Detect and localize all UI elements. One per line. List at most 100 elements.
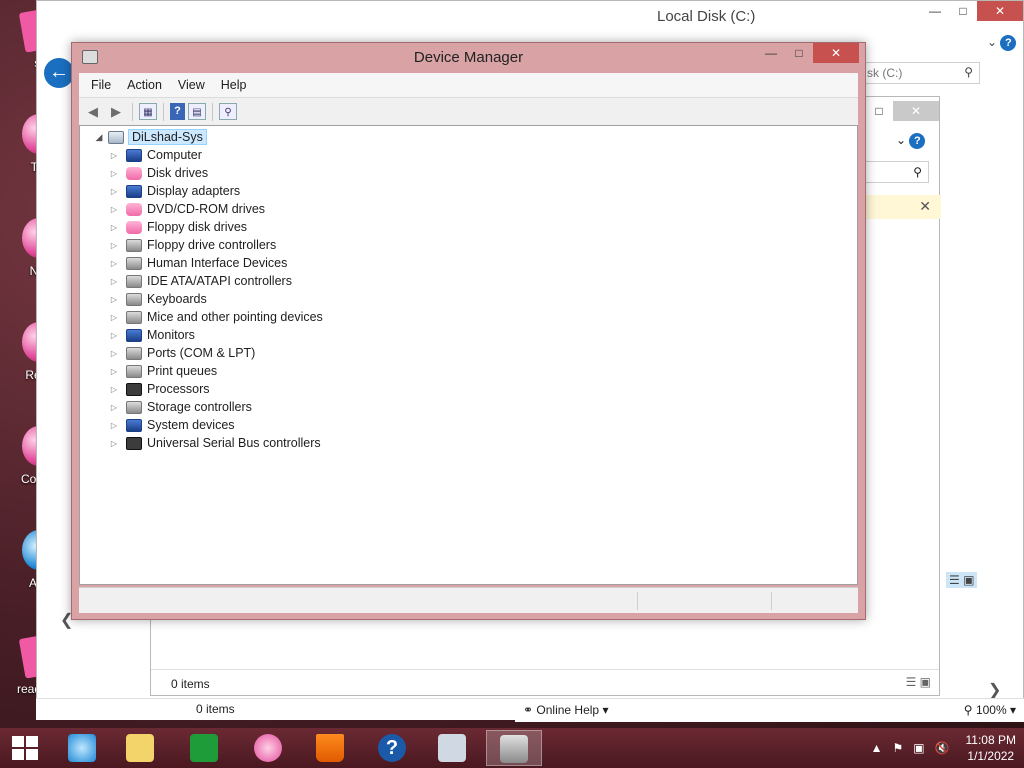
- device-category-row[interactable]: ▷ Floppy drive controllers: [108, 236, 323, 254]
- folder-icon: [126, 734, 154, 762]
- online-help-button[interactable]: ⚭ Online Help ▾: [523, 703, 608, 717]
- maximize-button[interactable]: □: [785, 43, 813, 63]
- taskbar-internet-explorer[interactable]: [54, 730, 110, 766]
- properties-icon[interactable]: ▤: [188, 103, 206, 120]
- device-category-row[interactable]: ▷ Computer: [108, 146, 323, 164]
- scan-hardware-changes-icon[interactable]: ⚲: [219, 103, 237, 120]
- expand-icon[interactable]: ▷: [108, 313, 120, 322]
- device-category-row[interactable]: ▷ IDE ATA/ATAPI controllers: [108, 272, 323, 290]
- expand-icon[interactable]: ▷: [108, 169, 120, 178]
- start-button[interactable]: [12, 736, 38, 760]
- view-toggle-icons[interactable]: ☰ ▣: [906, 675, 931, 689]
- device-category-row[interactable]: ▷ Storage controllers: [108, 398, 323, 416]
- expand-icon[interactable]: ▷: [108, 259, 120, 268]
- minimize-button[interactable]: —: [921, 1, 949, 21]
- device-category-row[interactable]: ▷ Human Interface Devices: [108, 254, 323, 272]
- device-category-row[interactable]: ▷ System devices: [108, 416, 323, 434]
- search-input[interactable]: sk (C:) ⚲: [860, 62, 980, 84]
- device-category-row[interactable]: ▷ Keyboards: [108, 290, 323, 308]
- expand-icon[interactable]: ▷: [108, 295, 120, 304]
- collapse-icon[interactable]: ◢: [94, 132, 104, 143]
- view-toggle-icons[interactable]: ☰ ▣: [946, 572, 978, 588]
- expand-icon[interactable]: ▷: [108, 187, 120, 196]
- menu-file[interactable]: File: [83, 78, 119, 92]
- device-tree[interactable]: ◢ DiLshad-Sys ▷ Computer ▷ Disk drives ▷ Disp…: [79, 125, 858, 585]
- taskbar-store[interactable]: [176, 730, 232, 766]
- zoom-icon: ⚲: [963, 703, 973, 717]
- expand-icon[interactable]: ▷: [108, 421, 120, 430]
- flag-icon[interactable]: ⚑: [892, 741, 903, 755]
- taskbar-vlc[interactable]: [302, 730, 358, 766]
- expand-icon[interactable]: ▷: [108, 349, 120, 358]
- expand-icon[interactable]: ▷: [108, 223, 120, 232]
- minimize-button[interactable]: —: [757, 43, 785, 63]
- device-category-row[interactable]: ▷ Ports (COM & LPT): [108, 344, 323, 362]
- maximize-button[interactable]: □: [949, 1, 977, 21]
- clock-time: 11:08 PM: [965, 733, 1016, 747]
- help-icon[interactable]: ?: [170, 103, 185, 120]
- device-category-row[interactable]: ▷ Monitors: [108, 326, 323, 344]
- show-hide-console-tree-icon[interactable]: ▦: [139, 103, 157, 120]
- expand-icon[interactable]: ▷: [108, 151, 120, 160]
- taskbar-help[interactable]: ?: [364, 730, 420, 766]
- close-button[interactable]: ✕: [977, 1, 1023, 21]
- device-category-row[interactable]: ▷ Floppy disk drives: [108, 218, 323, 236]
- taskbar-media[interactable]: [240, 730, 296, 766]
- toolbar-separator: [163, 102, 164, 121]
- status-bar: [79, 587, 858, 613]
- expand-icon[interactable]: ▷: [108, 205, 120, 214]
- taskbar-file-explorer[interactable]: [112, 730, 168, 766]
- window-titlebar[interactable]: Device Manager — □ ✕: [72, 43, 865, 73]
- device-manager-window: Device Manager — □ ✕ File Action View He…: [71, 42, 866, 620]
- maximize-button[interactable]: □: [865, 101, 893, 121]
- device-category-row[interactable]: ▷ Universal Serial Bus controllers: [108, 434, 323, 452]
- close-button[interactable]: ✕: [813, 43, 859, 63]
- expand-icon[interactable]: ▷: [108, 367, 120, 376]
- search-input[interactable]: ⚲: [861, 161, 929, 183]
- dvd-drive-icon: [126, 202, 142, 216]
- menu-action[interactable]: Action: [119, 78, 170, 92]
- back-arrow-icon[interactable]: ◀: [83, 102, 103, 122]
- help-icon[interactable]: ?: [909, 133, 926, 149]
- expand-icon[interactable]: ▷: [108, 331, 120, 340]
- mouse-icon: [126, 310, 142, 324]
- volume-muted-icon[interactable]: 🔇: [935, 741, 950, 755]
- window-title: Local Disk (C:): [657, 8, 756, 25]
- chevron-down-icon: ▾: [602, 703, 609, 717]
- taskbar-remote[interactable]: [424, 730, 480, 766]
- zoom-control[interactable]: ⚲ 100% ▾: [964, 703, 1016, 717]
- help-icon[interactable]: ?: [1000, 35, 1017, 51]
- expand-icon[interactable]: ▷: [108, 439, 120, 448]
- expand-icon[interactable]: ▷: [108, 385, 120, 394]
- device-category-row[interactable]: ▷ Mice and other pointing devices: [108, 308, 323, 326]
- device-category-row[interactable]: ▷ Display adapters: [108, 182, 323, 200]
- computer-icon: [126, 148, 142, 162]
- chevron-down-icon[interactable]: ⌄: [987, 35, 997, 49]
- forward-arrow-icon[interactable]: ▶: [106, 102, 126, 122]
- menu-help[interactable]: Help: [213, 78, 255, 92]
- back-arrow-icon[interactable]: ←: [44, 58, 74, 88]
- expand-icon[interactable]: ▷: [108, 277, 120, 286]
- zoom-level: 100%: [975, 703, 1007, 717]
- storage-controller-icon: [126, 400, 142, 414]
- online-help-label: Online Help: [536, 703, 600, 717]
- taskbar-device-manager[interactable]: [486, 730, 542, 766]
- help-status-bar: ⚭ Online Help ▾ ⚲ 100% ▾: [515, 698, 1024, 722]
- expand-icon[interactable]: ▷: [108, 403, 120, 412]
- device-category-row[interactable]: ▷ Disk drives: [108, 164, 323, 182]
- chevron-down-icon[interactable]: ⌄: [896, 133, 906, 147]
- device-category-row[interactable]: ▷ Print queues: [108, 362, 323, 380]
- network-icon[interactable]: ▣: [913, 741, 924, 755]
- device-category-row[interactable]: ▷ DVD/CD-ROM drives: [108, 200, 323, 218]
- menu-view[interactable]: View: [170, 78, 213, 92]
- window-titlebar: Local Disk (C:) — □ ✕: [37, 1, 1023, 31]
- close-button[interactable]: ✕: [893, 101, 939, 121]
- scroll-right-icon[interactable]: ❯: [988, 680, 1001, 700]
- show-hidden-icons-icon[interactable]: ▲: [871, 741, 883, 755]
- device-category-row[interactable]: ▷ Processors: [108, 380, 323, 398]
- clock[interactable]: 11:08 PM 1/1/2022: [966, 732, 1016, 764]
- device-category-label: DVD/CD-ROM drives: [147, 202, 266, 216]
- close-icon[interactable]: ✕: [919, 198, 931, 214]
- tree-root-node[interactable]: ◢ DiLshad-Sys: [94, 128, 207, 146]
- expand-icon[interactable]: ▷: [108, 241, 120, 250]
